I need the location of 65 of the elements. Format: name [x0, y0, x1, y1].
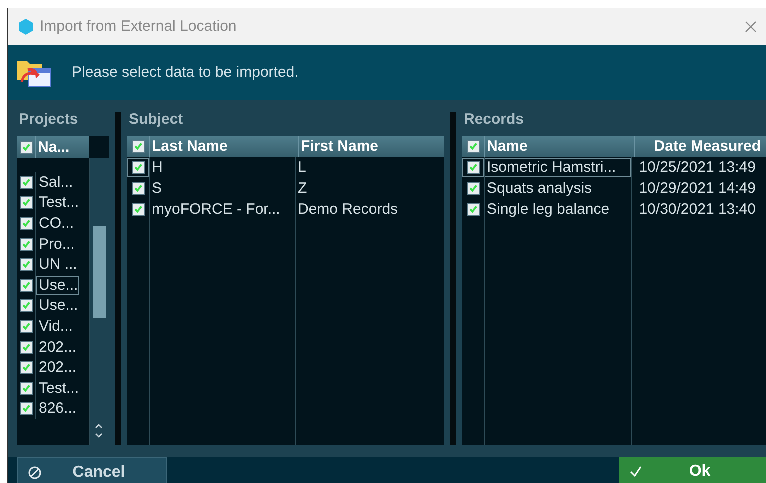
column-header[interactable]: Last Name	[149, 136, 298, 157]
table-cell: Isometric Hamstri...	[484, 158, 631, 177]
ok-button[interactable]: Ok	[619, 457, 766, 483]
cancel-button[interactable]: Cancel	[17, 457, 167, 483]
checkbox[interactable]	[20, 382, 32, 395]
table-cell-text: 10/25/2021 13:49	[638, 158, 757, 177]
table-cell-text: Single leg balance	[486, 200, 611, 219]
column-header[interactable]: Date Measured	[634, 136, 766, 157]
table-cell-text: 10/30/2021 13:40	[638, 200, 757, 219]
close-icon[interactable]	[745, 20, 757, 32]
column-header[interactable]: Na...	[17, 136, 89, 158]
checkmark-icon	[629, 465, 643, 479]
table-cell-text: H	[151, 158, 164, 177]
instruction-text: Please select data to be imported.	[72, 64, 299, 81]
checkbox[interactable]	[20, 258, 32, 272]
checkbox[interactable]	[132, 182, 144, 195]
table-cell-text: L	[297, 158, 308, 177]
table-cell-text: S	[151, 179, 164, 198]
column-header[interactable]: First Name	[298, 136, 444, 157]
cancel-icon	[28, 466, 42, 480]
checkbox[interactable]	[466, 140, 480, 153]
checkbox[interactable]	[20, 238, 32, 251]
table-cell-text: myoFORCE - For...	[151, 200, 282, 219]
checkbox[interactable]	[20, 320, 32, 333]
checkbox[interactable]	[20, 196, 32, 210]
checkbox[interactable]	[20, 176, 32, 189]
window-title: Import from External Location	[40, 18, 238, 35]
app-logo-icon	[18, 18, 34, 34]
column-header-label: Na...	[35, 136, 70, 158]
checkbox[interactable]	[20, 278, 32, 292]
project-name[interactable]: UN ...	[36, 255, 78, 274]
checkbox[interactable]	[132, 203, 144, 216]
project-name[interactable]: CO...	[36, 214, 76, 233]
project-name[interactable]: 202...	[36, 358, 78, 378]
checkbox[interactable]	[132, 140, 144, 153]
splitter-handle[interactable]	[115, 112, 121, 445]
project-name[interactable]: Use...	[36, 296, 80, 316]
panel-title: Records	[463, 112, 526, 130]
table-cell-text: 10/29/2021 14:49	[638, 179, 757, 198]
project-name[interactable]: Pro...	[36, 234, 76, 254]
checkbox[interactable]	[466, 182, 480, 195]
checkbox[interactable]	[20, 140, 32, 154]
table-cell-text: Squats analysis	[486, 179, 594, 198]
panel-title: Projects	[18, 112, 80, 130]
checkbox[interactable]	[20, 340, 32, 354]
panel-title: Subject	[128, 112, 184, 130]
project-name[interactable]: Test...	[36, 378, 80, 398]
project-name[interactable]: Use...	[36, 276, 80, 295]
checkbox[interactable]	[132, 161, 144, 174]
table-cell-text: Demo Records	[297, 200, 400, 219]
scrollbar-thumb[interactable]	[93, 226, 106, 318]
checkbox[interactable]	[20, 299, 32, 312]
project-name[interactable]: Sal...	[36, 172, 74, 192]
splitter-handle[interactable]	[450, 112, 456, 445]
project-name[interactable]: 202...	[36, 338, 78, 357]
checkbox[interactable]	[466, 161, 480, 174]
checkbox[interactable]	[20, 402, 32, 416]
project-name[interactable]: Vid...	[36, 316, 74, 336]
checkbox[interactable]	[20, 361, 32, 374]
checkbox[interactable]	[466, 203, 480, 216]
project-name[interactable]: Test...	[36, 193, 80, 212]
column-header[interactable]: Name	[484, 136, 634, 157]
project-name[interactable]: 826...	[36, 399, 78, 418]
checkbox[interactable]	[20, 216, 32, 230]
table-cell-text: Z	[297, 179, 308, 198]
